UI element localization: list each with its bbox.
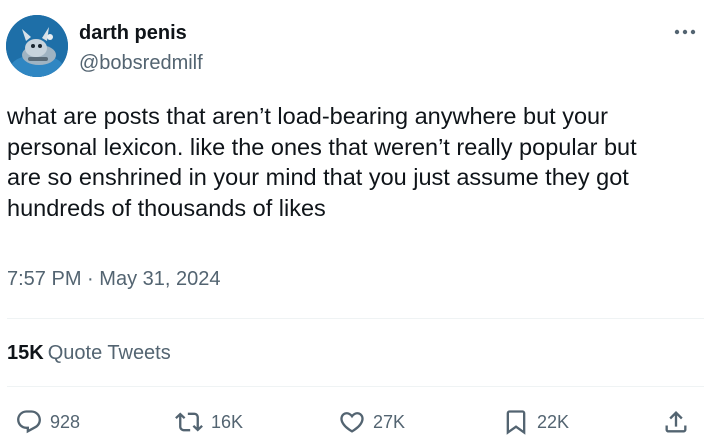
- tweet-text: what are posts that aren’t load-bearing …: [7, 101, 702, 223]
- divider: [7, 318, 704, 319]
- share-button[interactable]: [662, 407, 697, 437]
- reply-icon: [17, 410, 41, 434]
- more-options-icon: [674, 29, 696, 35]
- tweet-time[interactable]: 7:57 PM: [7, 268, 81, 290]
- like-button[interactable]: 27K: [338, 407, 405, 437]
- retweet-count: 16K: [211, 411, 244, 432]
- tweet-text-line: personal lexicon. like the ones that wer…: [7, 133, 637, 160]
- bookmark-icon: [506, 410, 526, 435]
- tweet-card: darth penis @bobsredmilf what are posts …: [0, 0, 709, 444]
- author-handle[interactable]: @bobsredmilf: [79, 51, 203, 75]
- tweet-date[interactable]: May 31, 2024: [99, 268, 220, 290]
- like-count: 27K: [373, 411, 406, 432]
- author-avatar[interactable]: [6, 15, 68, 77]
- quote-tweets-label: Quote Tweets: [47, 342, 171, 364]
- author-display-name[interactable]: darth penis: [79, 21, 187, 45]
- bookmark-count: 22K: [537, 411, 570, 432]
- quote-tweets-count: 15K: [7, 342, 44, 364]
- share-icon: [665, 411, 687, 433]
- tweet-timestamp[interactable]: 7:57 PM · May 31, 2024: [7, 266, 220, 292]
- tweet-text-line: hundreds of thousands of likes: [7, 194, 326, 221]
- retweet-button[interactable]: 16K: [174, 407, 243, 437]
- tweet-text-line: are so enshrined in your mind that you j…: [7, 164, 629, 190]
- meta-separator: ·: [87, 268, 94, 290]
- quote-tweets-link[interactable]: 15K Quote Tweets: [7, 340, 171, 366]
- bookmark-button[interactable]: 22K: [502, 407, 569, 437]
- reply-count: 928: [50, 411, 81, 432]
- tweet-text-line: what are posts that aren’t load-bearing …: [7, 103, 608, 129]
- reply-button[interactable]: 928: [15, 407, 80, 437]
- retweet-icon: [175, 412, 203, 432]
- more-options-button[interactable]: [670, 20, 700, 44]
- divider: [7, 386, 704, 387]
- avatar-cartoon-icon: [6, 15, 68, 77]
- heart-icon: [340, 412, 364, 433]
